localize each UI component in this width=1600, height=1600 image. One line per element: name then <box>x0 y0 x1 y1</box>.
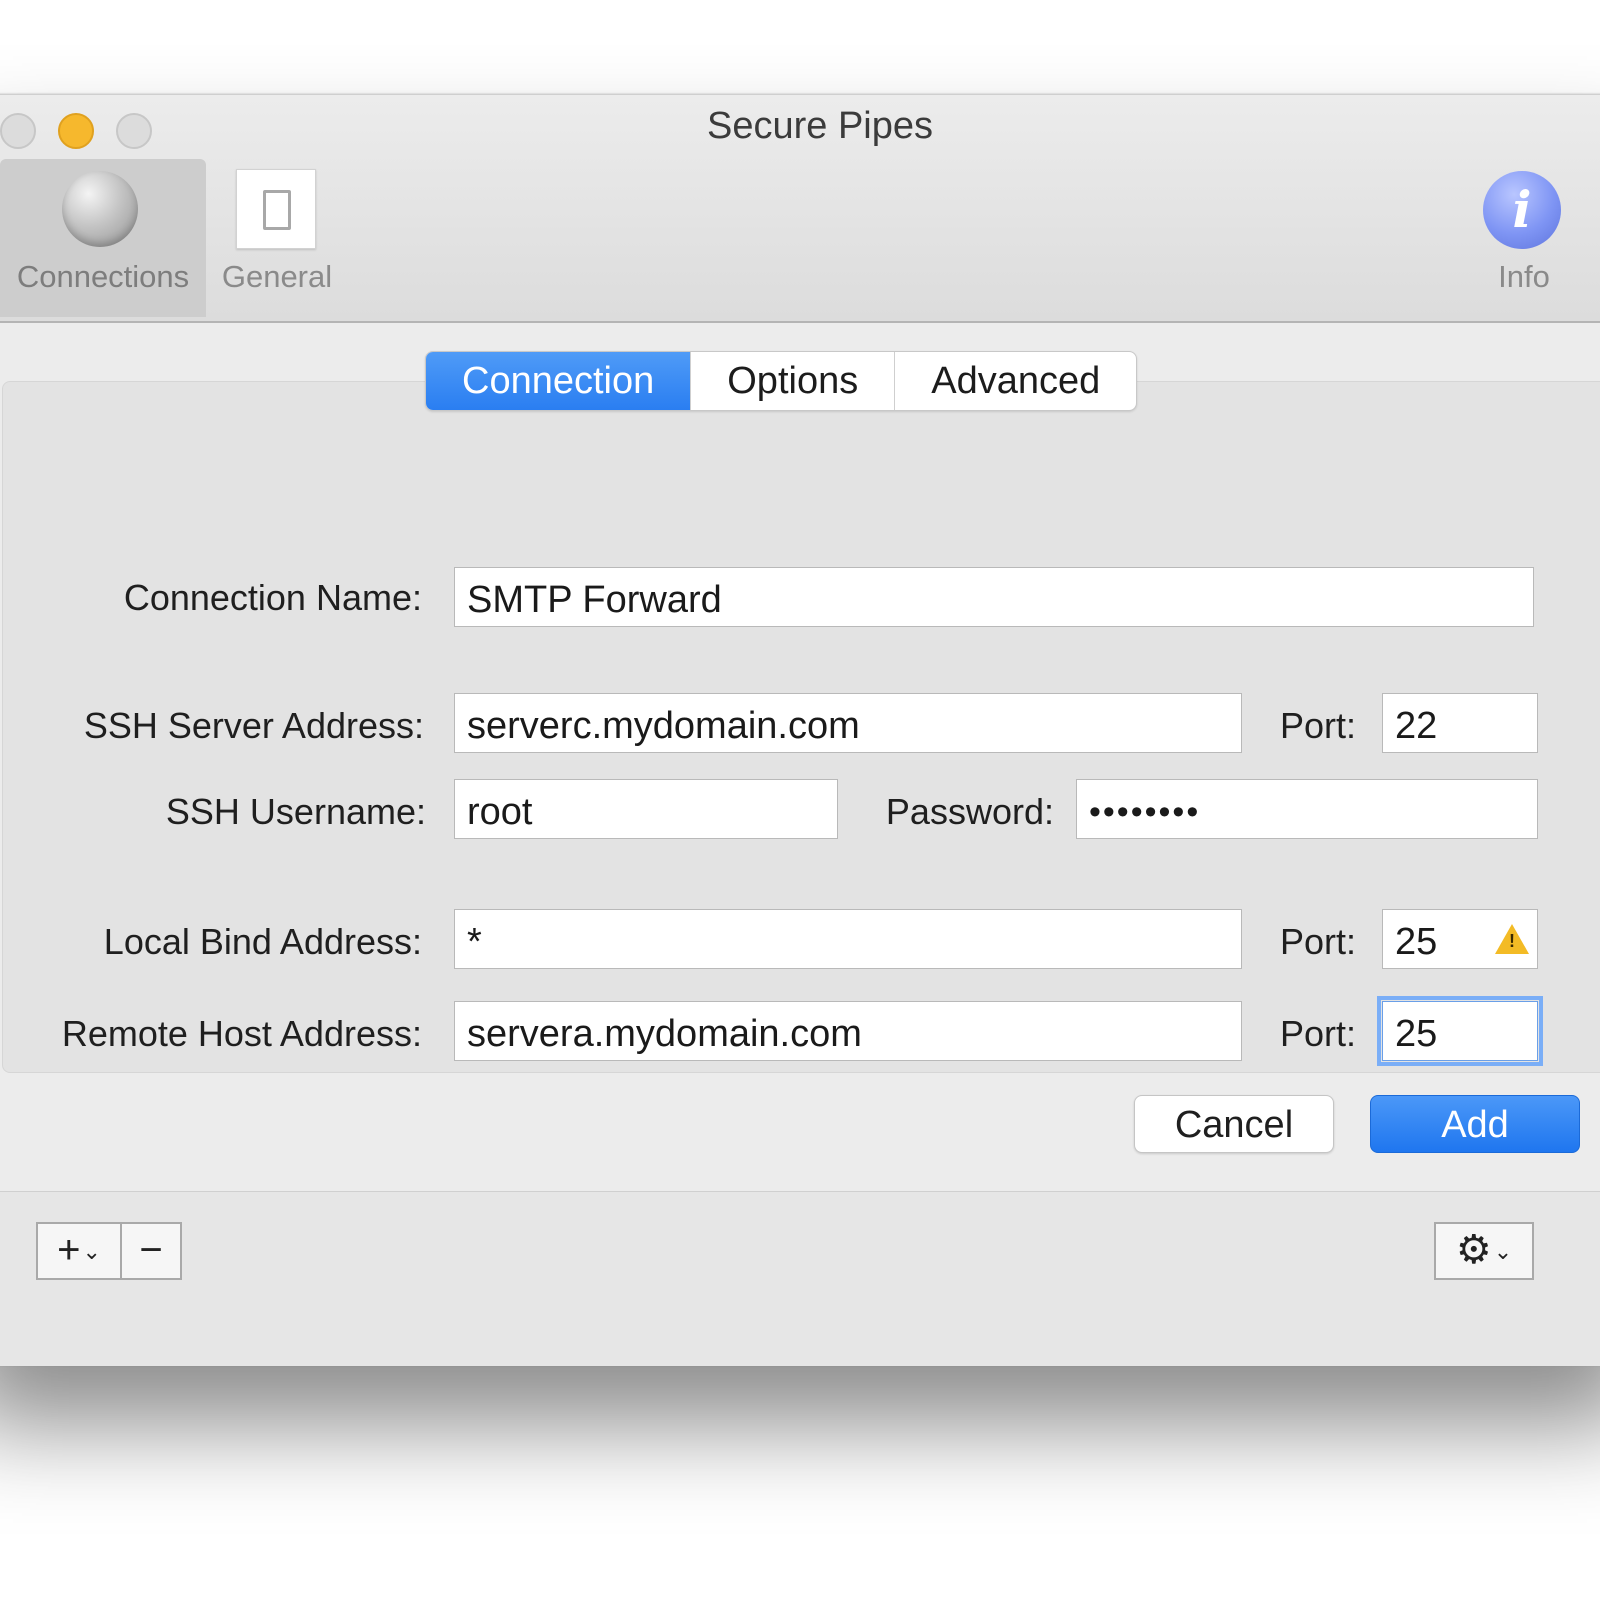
add-button[interactable]: Add <box>1370 1095 1580 1153</box>
content-area: Connection Options Advanced Connection N… <box>0 323 1600 1193</box>
window-title: Secure Pipes <box>706 105 933 147</box>
local-port-value: 25 <box>1395 921 1438 963</box>
minus-icon: − <box>139 1228 163 1272</box>
ssh-server-label: SSH Server Address: <box>83 705 424 746</box>
local-bind-field[interactable]: * <box>454 909 1242 969</box>
password-field[interactable]: •••••••• <box>1076 779 1538 839</box>
cancel-button[interactable]: Cancel <box>1134 1095 1334 1153</box>
ssh-port-label: Port: <box>1279 705 1356 746</box>
ssh-port-field[interactable]: 22 <box>1382 693 1538 753</box>
tab-advanced[interactable]: Advanced <box>895 352 1136 410</box>
globe-icon <box>62 171 138 247</box>
general-prefs-icon <box>236 169 316 249</box>
chevron-down-icon: ⌄ <box>1493 1239 1513 1265</box>
tab-connection[interactable]: Connection <box>426 352 692 410</box>
bottom-bar: +⌄ − ⚙⌄ <box>0 1191 1600 1366</box>
tab-bar: Connection Options Advanced <box>425 351 1138 411</box>
local-port-field[interactable]: 25 ! <box>1382 909 1538 969</box>
remote-host-label: Remote Host Address: <box>61 1013 422 1054</box>
plus-icon: + <box>57 1228 81 1272</box>
gear-menu-button[interactable]: ⚙⌄ <box>1434 1222 1534 1280</box>
app-window: Secure Pipes Connections General i Info … <box>0 94 1600 1366</box>
chevron-down-icon: ⌄ <box>82 1239 101 1265</box>
remote-host-field[interactable]: servera.mydomain.com <box>454 1001 1242 1061</box>
remote-port-field[interactable]: 25 <box>1377 996 1543 1066</box>
connection-name-label: Connection Name: <box>123 577 422 618</box>
info-icon: i <box>1483 171 1561 249</box>
remove-connection-button[interactable]: − <box>120 1222 182 1280</box>
tab-options[interactable]: Options <box>691 352 896 410</box>
warning-mark: ! <box>1509 931 1515 951</box>
toolbar-general[interactable]: General <box>210 159 344 317</box>
connection-name-field[interactable]: SMTP Forward <box>454 567 1534 627</box>
local-port-label: Port: <box>1279 921 1356 962</box>
ssh-username-field[interactable]: root <box>454 779 838 839</box>
remote-port-label: Port: <box>1279 1013 1356 1054</box>
ssh-username-label: SSH Username: <box>165 791 426 832</box>
scene: Secure Pipes Connections General i Info … <box>0 0 1600 1600</box>
title-toolbar: Secure Pipes Connections General i Info <box>0 95 1600 323</box>
gear-icon: ⚙ <box>1455 1228 1492 1272</box>
add-connection-button[interactable]: +⌄ <box>36 1222 122 1280</box>
toolbar-info-label: Info <box>1498 259 1550 294</box>
toolbar-info[interactable]: i Info <box>1465 159 1583 317</box>
toolbar-connections-label: Connections <box>16 259 190 294</box>
toolbar-general-label: General <box>221 259 333 294</box>
password-label: Password: <box>885 791 1054 832</box>
ssh-server-field[interactable]: serverc.mydomain.com <box>454 693 1242 753</box>
toolbar-connections[interactable]: Connections <box>0 159 206 317</box>
local-bind-label: Local Bind Address: <box>103 921 422 962</box>
